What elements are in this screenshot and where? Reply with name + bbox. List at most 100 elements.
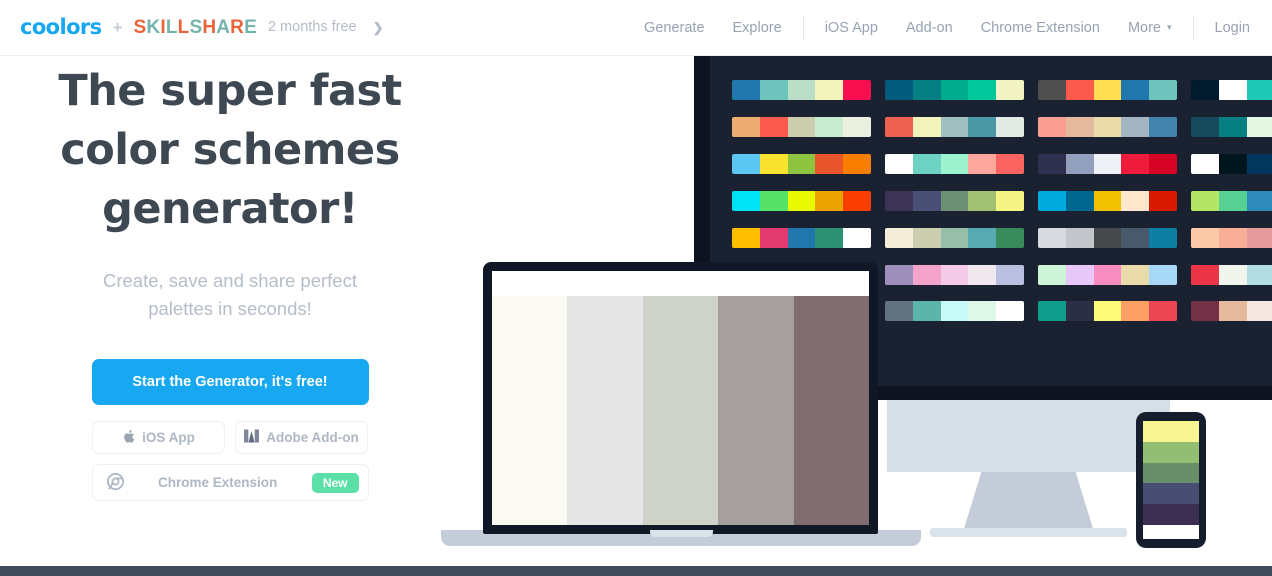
palette-swatch[interactable] (815, 228, 844, 248)
laptop-palette-column[interactable] (718, 296, 794, 525)
palette-row[interactable] (1038, 228, 1177, 248)
palette-row[interactable] (1191, 265, 1272, 285)
palette-swatch[interactable] (1065, 228, 1094, 248)
palette-swatch[interactable] (759, 117, 788, 137)
palette-row[interactable] (1191, 80, 1272, 100)
palette-swatch[interactable] (968, 191, 997, 211)
nav-item-more[interactable]: More ▾ (1114, 0, 1186, 56)
palette-swatch[interactable] (843, 117, 871, 137)
palette-swatch[interactable] (1149, 301, 1177, 321)
palette-swatch[interactable] (940, 154, 969, 174)
palette-swatch[interactable] (885, 80, 913, 100)
palette-row[interactable] (885, 154, 1024, 174)
palette-swatch[interactable] (1121, 80, 1150, 100)
palette-swatch[interactable] (912, 117, 941, 137)
adobe-addon-button[interactable]: Adobe Add-on (235, 421, 368, 455)
palette-swatch[interactable] (1065, 80, 1094, 100)
palette-row[interactable] (885, 265, 1024, 285)
palette-swatch[interactable] (1093, 154, 1122, 174)
palette-swatch[interactable] (732, 154, 760, 174)
palette-swatch[interactable] (1218, 265, 1247, 285)
palette-swatch[interactable] (1246, 191, 1272, 211)
palette-swatch[interactable] (732, 117, 760, 137)
phone-palette-band[interactable] (1143, 421, 1199, 442)
palette-swatch[interactable] (996, 265, 1024, 285)
palette-swatch[interactable] (1218, 191, 1247, 211)
palette-swatch[interactable] (759, 228, 788, 248)
palette-swatch[interactable] (1065, 265, 1094, 285)
laptop-palette-column[interactable] (567, 296, 643, 525)
palette-swatch[interactable] (1038, 301, 1066, 321)
palette-swatch[interactable] (912, 154, 941, 174)
palette-swatch[interactable] (815, 191, 844, 211)
palette-row[interactable] (732, 80, 871, 100)
palette-swatch[interactable] (996, 117, 1024, 137)
palette-swatch[interactable] (1121, 228, 1150, 248)
skillshare-logo[interactable]: SKILLSHARE (134, 18, 257, 37)
palette-swatch[interactable] (1246, 80, 1272, 100)
palette-swatch[interactable] (996, 154, 1024, 174)
palette-swatch[interactable] (968, 228, 997, 248)
palette-swatch[interactable] (996, 228, 1024, 248)
palette-row[interactable] (732, 117, 871, 137)
palette-swatch[interactable] (1218, 117, 1247, 137)
palette-swatch[interactable] (912, 80, 941, 100)
palette-swatch[interactable] (1149, 80, 1177, 100)
palette-swatch[interactable] (1093, 191, 1122, 211)
palette-swatch[interactable] (885, 265, 913, 285)
palette-swatch[interactable] (1191, 301, 1219, 321)
palette-swatch[interactable] (843, 80, 871, 100)
palette-swatch[interactable] (1218, 301, 1247, 321)
nav-item-explore[interactable]: Explore (719, 0, 796, 56)
palette-row[interactable] (1191, 191, 1272, 211)
palette-swatch[interactable] (1093, 80, 1122, 100)
chrome-extension-button[interactable]: Chrome Extension New (91, 464, 369, 502)
palette-swatch[interactable] (787, 154, 816, 174)
palette-swatch[interactable] (732, 80, 760, 100)
palette-swatch[interactable] (1191, 191, 1219, 211)
palette-swatch[interactable] (1038, 80, 1066, 100)
palette-row[interactable] (885, 80, 1024, 100)
palette-swatch[interactable] (1149, 117, 1177, 137)
palette-swatch[interactable] (843, 154, 871, 174)
palette-swatch[interactable] (1191, 154, 1219, 174)
palette-swatch[interactable] (996, 191, 1024, 211)
palette-swatch[interactable] (912, 301, 941, 321)
palette-swatch[interactable] (1246, 228, 1272, 248)
nav-item-ios-app[interactable]: iOS App (811, 0, 892, 56)
palette-swatch[interactable] (1038, 265, 1066, 285)
palette-swatch[interactable] (1038, 117, 1066, 137)
nav-item-login[interactable]: Login (1201, 0, 1272, 56)
palette-swatch[interactable] (1093, 228, 1122, 248)
palette-swatch[interactable] (1218, 80, 1247, 100)
palette-swatch[interactable] (759, 80, 788, 100)
palette-swatch[interactable] (912, 191, 941, 211)
palette-swatch[interactable] (759, 154, 788, 174)
palette-swatch[interactable] (1038, 154, 1066, 174)
palette-swatch[interactable] (1121, 301, 1150, 321)
palette-swatch[interactable] (787, 80, 816, 100)
phone-palette-band[interactable] (1143, 462, 1199, 484)
palette-row[interactable] (1191, 301, 1272, 321)
palette-swatch[interactable] (940, 191, 969, 211)
phone-palette-band[interactable] (1143, 441, 1199, 463)
palette-row[interactable] (1191, 117, 1272, 137)
palette-swatch[interactable] (1121, 154, 1150, 174)
palette-swatch[interactable] (996, 301, 1024, 321)
palette-row[interactable] (732, 191, 871, 211)
palette-swatch[interactable] (1065, 117, 1094, 137)
palette-swatch[interactable] (1191, 80, 1219, 100)
palette-row[interactable] (885, 117, 1024, 137)
palette-swatch[interactable] (1218, 154, 1247, 174)
palette-swatch[interactable] (1149, 265, 1177, 285)
palette-swatch[interactable] (912, 265, 941, 285)
palette-swatch[interactable] (996, 80, 1024, 100)
ios-app-button[interactable]: iOS App (92, 421, 225, 455)
phone-palette-band[interactable] (1143, 483, 1199, 505)
laptop-palette-column[interactable] (492, 296, 568, 525)
palette-swatch[interactable] (759, 191, 788, 211)
palette-row[interactable] (1191, 228, 1272, 248)
laptop-palette-column[interactable] (642, 296, 719, 525)
palette-swatch[interactable] (885, 228, 913, 248)
palette-swatch[interactable] (1065, 191, 1094, 211)
